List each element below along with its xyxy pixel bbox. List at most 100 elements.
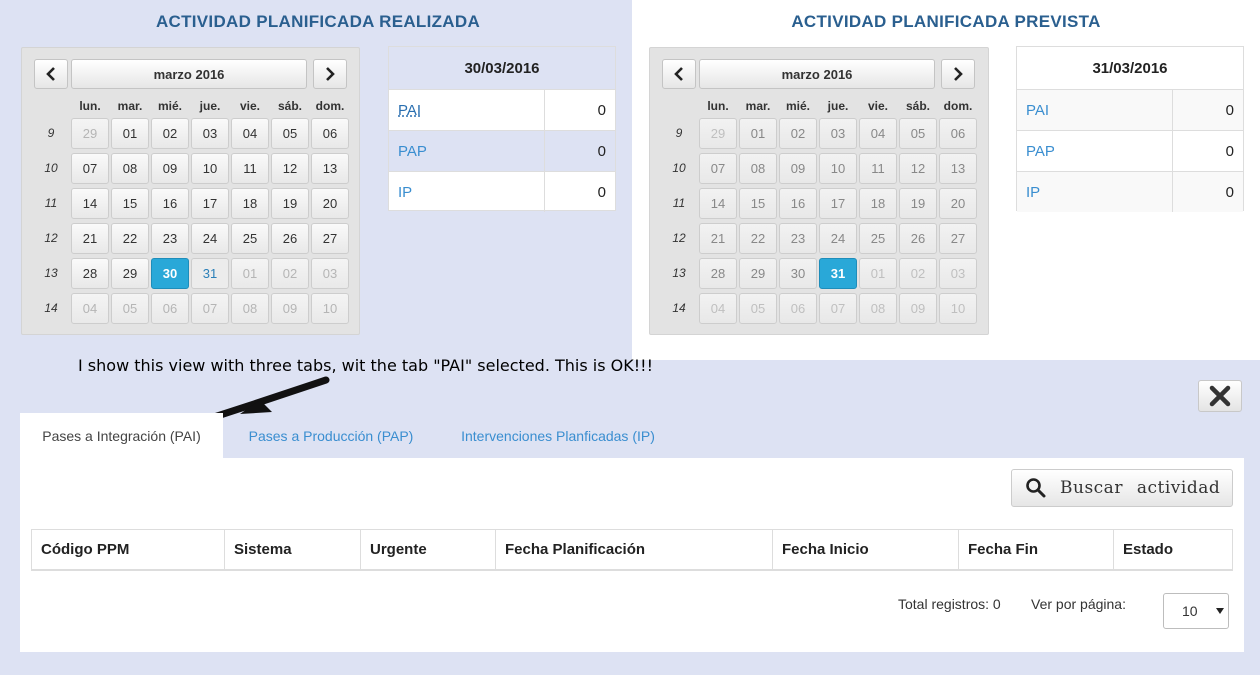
- calendar-day: 04: [699, 293, 737, 324]
- calendar-day: 19: [899, 188, 937, 219]
- calendar-day[interactable]: 07: [191, 293, 229, 324]
- calendar-day: 07: [699, 153, 737, 184]
- summary-link-pap[interactable]: PAP: [1017, 131, 1173, 171]
- calendar-day[interactable]: 21: [71, 223, 109, 254]
- calendar-day[interactable]: 07: [71, 153, 109, 184]
- calendar-day[interactable]: 05: [271, 118, 309, 149]
- calendar-realizada: marzo 2016 lun. mar. mié. jue. vie. sáb. dom. 9…: [21, 47, 360, 335]
- calendar-day: 14: [699, 188, 737, 219]
- weekday-header: lun.: [79, 99, 101, 113]
- summary-value-ip: 0: [597, 183, 606, 201]
- summary-link-pai[interactable]: PAI: [1017, 90, 1173, 130]
- column-codigo-ppm[interactable]: Código PPM: [31, 529, 225, 571]
- weekday-header: mar.: [745, 99, 771, 113]
- calendar-day[interactable]: 08: [111, 153, 149, 184]
- next-month-button[interactable]: [941, 59, 975, 89]
- calendar-day: 08: [739, 153, 777, 184]
- calendar-day[interactable]: 20: [311, 188, 349, 219]
- per-page-label: Ver por página:: [1031, 596, 1126, 612]
- calendar-day[interactable]: 29: [71, 118, 109, 149]
- calendar-day[interactable]: 06: [151, 293, 189, 324]
- calendar-day[interactable]: 02: [271, 258, 309, 289]
- calendar-day[interactable]: 10: [191, 153, 229, 184]
- chevron-right-icon: [326, 67, 335, 81]
- month-title-button[interactable]: marzo 2016: [71, 59, 307, 89]
- calendar-day[interactable]: 01: [231, 258, 269, 289]
- calendar-day: 05: [739, 293, 777, 324]
- summary-date: 31/03/2016: [1017, 47, 1243, 90]
- tab-ip[interactable]: Intervenciones Planficadas (IP): [440, 413, 676, 458]
- calendar-day[interactable]: 01: [111, 118, 149, 149]
- week-number: 13: [44, 266, 58, 280]
- calendar-day[interactable]: 05: [111, 293, 149, 324]
- summary-value-ip: 0: [1225, 183, 1234, 201]
- annotation-text: I show this view with three tabs, wit th…: [78, 356, 653, 375]
- search-activity-button[interactable]: Buscar actividad: [1011, 469, 1233, 507]
- calendar-day: 29: [739, 258, 777, 289]
- per-page-select[interactable]: 10: [1163, 593, 1229, 629]
- weekday-header: dom.: [943, 99, 973, 113]
- calendar-day[interactable]: 18: [231, 188, 269, 219]
- calendar-day[interactable]: 22: [111, 223, 149, 254]
- calendar-day[interactable]: 06: [311, 118, 349, 149]
- calendar-day[interactable]: 25: [231, 223, 269, 254]
- search-icon: [1026, 478, 1046, 498]
- column-estado[interactable]: Estado: [1113, 529, 1233, 571]
- calendar-day[interactable]: 15: [111, 188, 149, 219]
- calendar-day: 18: [859, 188, 897, 219]
- next-month-button[interactable]: [313, 59, 347, 89]
- calendar-day: 25: [859, 223, 897, 254]
- calendar-day[interactable]: 02: [151, 118, 189, 149]
- calendar-day[interactable]: 11: [231, 153, 269, 184]
- calendar-day[interactable]: 13: [311, 153, 349, 184]
- calendar-day[interactable]: 03: [191, 118, 229, 149]
- week-number: 9: [47, 126, 55, 140]
- tab-pai[interactable]: Pases a Integración (PAI): [20, 413, 223, 458]
- calendar-prevista: marzo 2016 lun. mar. mié. jue. vie. sáb. dom. 9…: [649, 47, 989, 335]
- calendar-day-selected: 31: [819, 258, 857, 289]
- calendar-day[interactable]: 04: [71, 293, 109, 324]
- weekday-header: vie.: [867, 99, 888, 113]
- weekday-header: vie.: [239, 99, 260, 113]
- calendar-day: 02: [779, 118, 817, 149]
- calendar-day[interactable]: 29: [111, 258, 149, 289]
- calendar-day[interactable]: 24: [191, 223, 229, 254]
- summary-link-pap[interactable]: PAP: [389, 131, 545, 171]
- calendar-day[interactable]: 19: [271, 188, 309, 219]
- weekday-header: mié.: [785, 99, 810, 113]
- prev-month-button[interactable]: [34, 59, 68, 89]
- month-title-button[interactable]: marzo 2016: [699, 59, 935, 89]
- calendar-day[interactable]: 09: [151, 153, 189, 184]
- column-fecha-planificacion[interactable]: Fecha Planificación: [495, 529, 773, 571]
- calendar-day[interactable]: 16: [151, 188, 189, 219]
- calendar-day[interactable]: 10: [311, 293, 349, 324]
- calendar-day[interactable]: 27: [311, 223, 349, 254]
- close-icon: [1209, 385, 1231, 407]
- calendar-day[interactable]: 31: [191, 258, 229, 289]
- summary-value-pap: 0: [1225, 142, 1234, 160]
- column-sistema[interactable]: Sistema: [224, 529, 361, 571]
- column-urgente[interactable]: Urgente: [360, 529, 496, 571]
- summary-link-ip[interactable]: IP: [1017, 172, 1173, 212]
- calendar-day[interactable]: 23: [151, 223, 189, 254]
- calendar-day[interactable]: 14: [71, 188, 109, 219]
- column-fecha-inicio[interactable]: Fecha Inicio: [772, 529, 959, 571]
- close-button[interactable]: [1198, 380, 1242, 412]
- calendar-day[interactable]: 17: [191, 188, 229, 219]
- calendar-day[interactable]: 26: [271, 223, 309, 254]
- tab-pap[interactable]: Pases a Producción (PAP): [230, 413, 432, 458]
- calendar-day[interactable]: 08: [231, 293, 269, 324]
- calendar-day[interactable]: 03: [311, 258, 349, 289]
- weekday-header: dom.: [315, 99, 345, 113]
- summary-link-ip[interactable]: IP: [389, 172, 545, 212]
- calendar-day[interactable]: 28: [71, 258, 109, 289]
- calendar-day[interactable]: 04: [231, 118, 269, 149]
- summary-link-pai[interactable]: PAI: [389, 90, 545, 130]
- calendar-day-selected[interactable]: 30: [151, 258, 189, 289]
- calendar-day: 01: [739, 118, 777, 149]
- search-activity-label: Buscar actividad: [1060, 478, 1221, 498]
- calendar-day[interactable]: 09: [271, 293, 309, 324]
- column-fecha-fin[interactable]: Fecha Fin: [958, 529, 1114, 571]
- calendar-day[interactable]: 12: [271, 153, 309, 184]
- prev-month-button[interactable]: [662, 59, 696, 89]
